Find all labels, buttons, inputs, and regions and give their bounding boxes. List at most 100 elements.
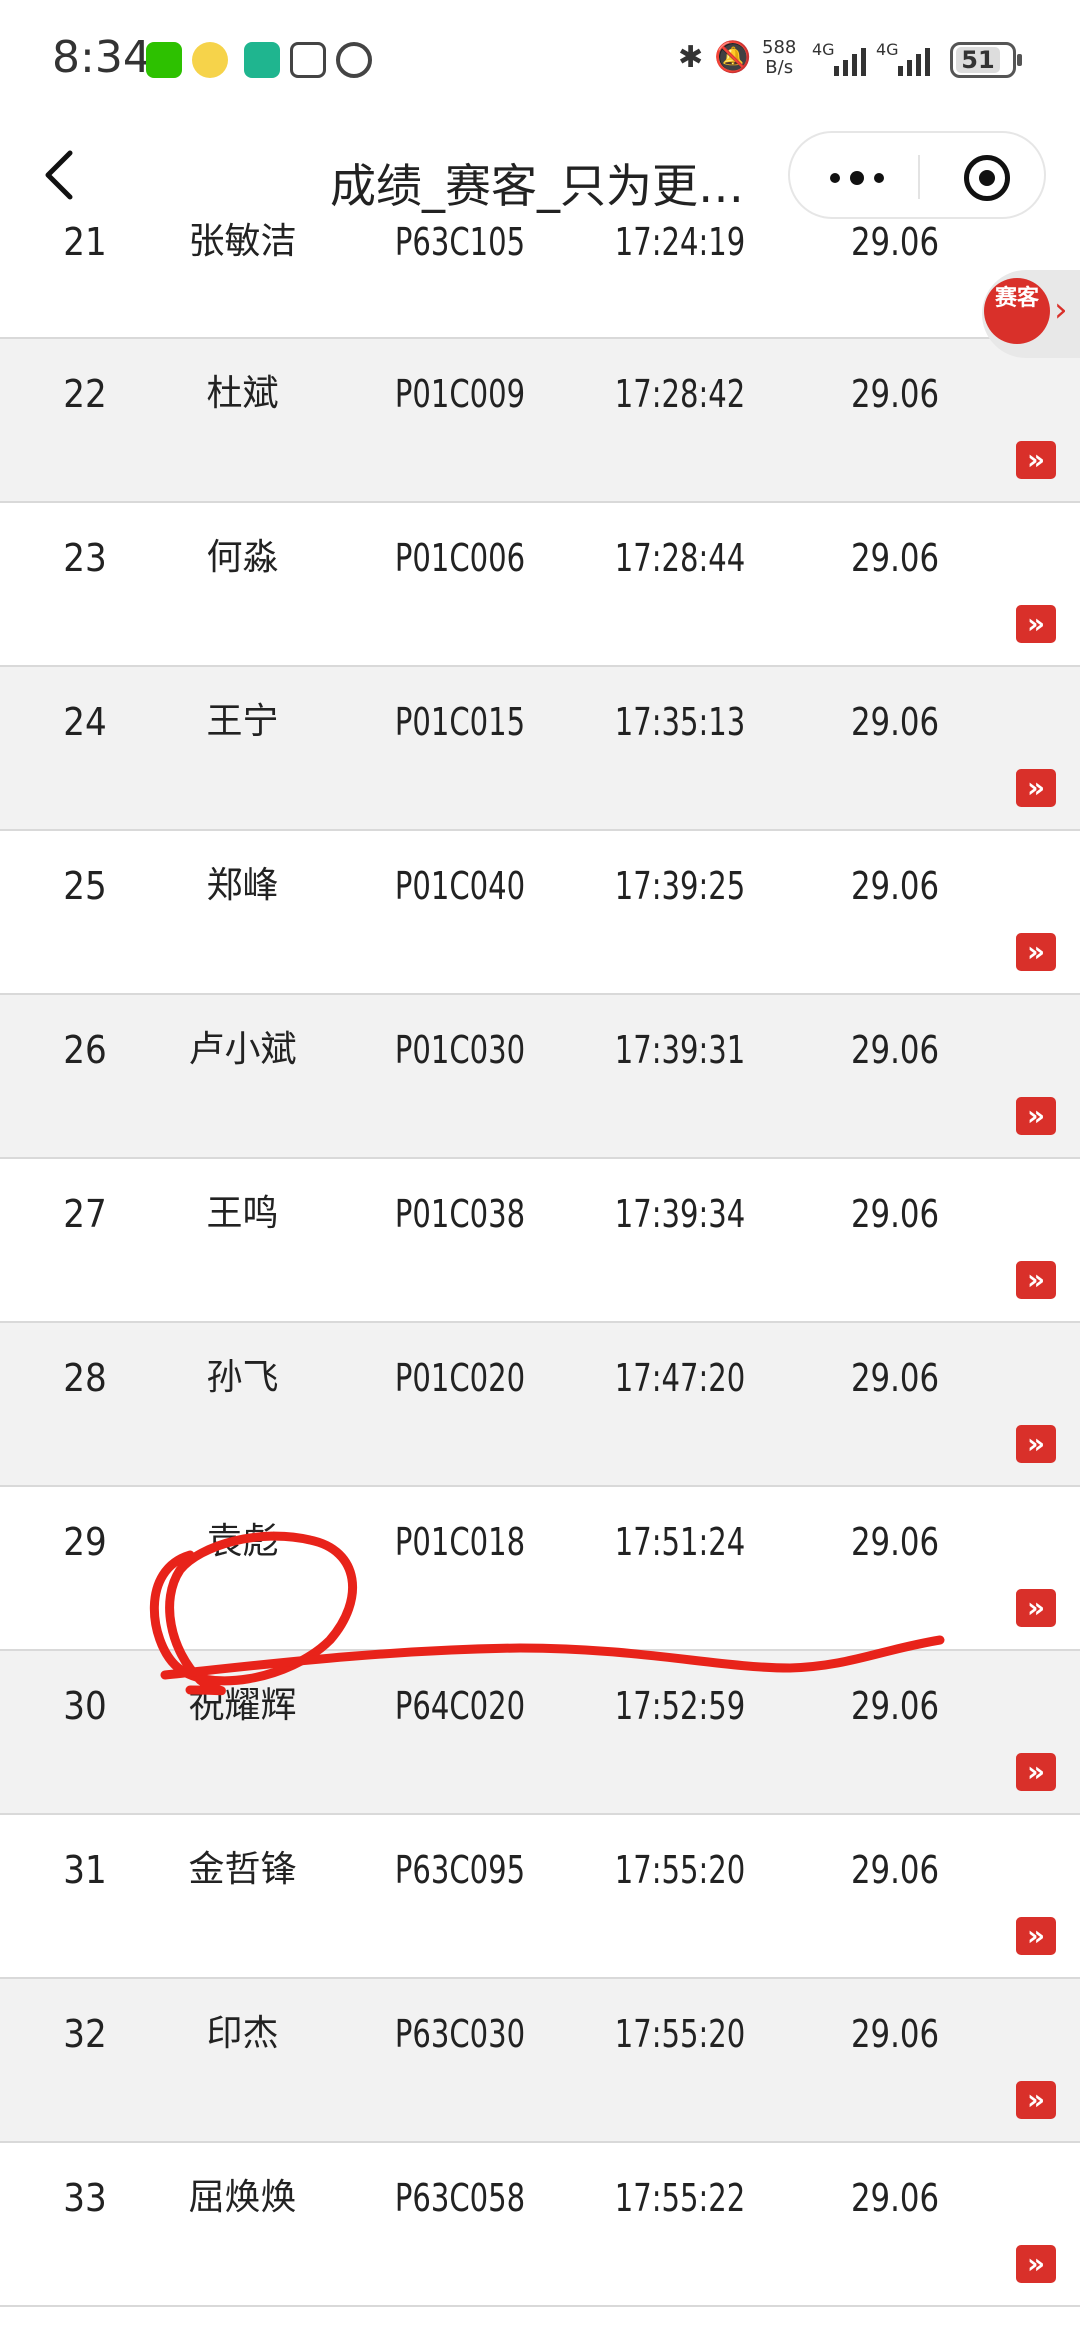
table-row[interactable]: 32 印杰 P63C030 17:55:20 29.06 » [0, 1979, 1080, 2143]
name-cell: 孙飞 [206, 1357, 279, 1398]
bib-cell: P01C038 [394, 1192, 526, 1236]
double-chevron-right-icon[interactable]: » [1016, 441, 1056, 479]
rank-cell: 29 [63, 1520, 107, 1564]
rank-cell: 33 [63, 2176, 107, 2220]
pace-cell: 29.06 [850, 536, 940, 580]
table-row[interactable]: 25 郑峰 P01C040 17:39:25 29.06 » [0, 831, 1080, 995]
rank-cell: 23 [63, 536, 107, 580]
name-cell: 祝耀辉 [188, 1685, 297, 1726]
bib-cell: P01C018 [394, 1520, 526, 1564]
bib-cell: P01C020 [394, 1356, 526, 1400]
rank-cell: 22 [63, 372, 107, 416]
time-cell: 17:35:13 [614, 700, 746, 744]
time-cell: 17:47:20 [614, 1356, 746, 1400]
signal-label-1: 4G [812, 40, 835, 59]
pace-cell: 29.06 [850, 1848, 940, 1892]
rank-cell: 21 [63, 220, 107, 264]
pace-cell: 29.06 [850, 1356, 940, 1400]
double-chevron-right-icon[interactable]: » [1016, 1425, 1056, 1463]
floating-brand-button[interactable]: 赛客 › [982, 270, 1080, 358]
table-row[interactable]: 21 张敏洁 P63C105 17:24:19 29.06 [0, 215, 1080, 339]
name-cell: 王宁 [206, 701, 279, 742]
table-row[interactable]: 29 袁彪 P01C018 17:51:24 29.06 » [0, 1487, 1080, 1651]
table-row[interactable]: 23 何淼 P01C006 17:28:44 29.06 » [0, 503, 1080, 667]
status-bar: 8:34 ✱ 🔕 588 B/s 4G 4G 51 [0, 0, 1080, 125]
signal-label-2: 4G [876, 40, 899, 59]
table-row[interactable]: 30 祝耀辉 P64C020 17:52:59 29.06 » [0, 1651, 1080, 1815]
name-cell: 卢小斌 [188, 1029, 297, 1070]
name-cell: 印杰 [206, 2013, 279, 2054]
table-row[interactable]: 27 王鸣 P01C038 17:39:34 29.06 » [0, 1159, 1080, 1323]
rank-cell: 32 [63, 2012, 107, 2056]
bib-cell: P63C058 [394, 2176, 526, 2220]
pace-cell: 29.06 [850, 2012, 940, 2056]
bib-cell: P63C030 [394, 2012, 526, 2056]
time-cell: 17:39:25 [614, 864, 746, 908]
double-chevron-right-icon[interactable]: » [1016, 2081, 1056, 2119]
battery-icon: 51 [950, 42, 1022, 78]
bib-cell: P64C020 [394, 1684, 526, 1728]
table-row[interactable]: 24 王宁 P01C015 17:35:13 29.06 » [0, 667, 1080, 831]
rank-cell: 24 [63, 700, 107, 744]
table-row[interactable]: 22 杜斌 P01C009 17:28:42 29.06 » [0, 339, 1080, 503]
time-cell: 17:55:20 [614, 2012, 746, 2056]
time-cell: 17:24:19 [614, 220, 746, 264]
pace-cell: 29.06 [850, 700, 940, 744]
bib-cell: P01C006 [394, 536, 526, 580]
name-cell: 金哲锋 [188, 1849, 297, 1890]
name-cell: 何淼 [206, 537, 279, 578]
double-chevron-right-icon[interactable]: » [1016, 769, 1056, 807]
name-cell: 郑峰 [206, 865, 279, 906]
pace-cell: 29.06 [850, 372, 940, 416]
close-target-icon[interactable] [964, 155, 1010, 201]
double-chevron-right-icon[interactable]: » [1016, 1917, 1056, 1955]
pace-cell: 29.06 [850, 2176, 940, 2220]
table-row[interactable]: 33 屈焕焕 P63C058 17:55:22 29.06 » [0, 2143, 1080, 2307]
time-cell: 17:39:34 [614, 1192, 746, 1236]
clock: 8:34 [52, 32, 151, 83]
double-chevron-right-icon[interactable]: » [1016, 933, 1056, 971]
table-row[interactable]: 31 金哲锋 P63C095 17:55:20 29.06 » [0, 1815, 1080, 1979]
name-cell: 屈焕焕 [188, 2177, 297, 2218]
time-cell: 17:39:31 [614, 1028, 746, 1072]
pace-cell: 29.06 [850, 1028, 940, 1072]
mi-home-icon [244, 42, 280, 78]
network-speed-unit: B/s [765, 57, 794, 78]
time-cell: 17:28:42 [614, 372, 746, 416]
double-chevron-right-icon[interactable]: » [1016, 1261, 1056, 1299]
double-chevron-right-icon[interactable]: » [1016, 1753, 1056, 1791]
app-rabbit-icon [192, 42, 228, 78]
bib-cell: P01C009 [394, 372, 526, 416]
rank-cell: 28 [63, 1356, 107, 1400]
bluetooth-icon: ✱ [678, 40, 704, 75]
bib-cell: P01C015 [394, 700, 526, 744]
table-row[interactable]: 28 孙飞 P01C020 17:47:20 29.06 » [0, 1323, 1080, 1487]
double-chevron-right-icon[interactable]: » [1016, 605, 1056, 643]
pace-cell: 29.06 [850, 864, 940, 908]
rank-cell: 26 [63, 1028, 107, 1072]
chevron-right-icon: › [1054, 290, 1068, 330]
mute-bell-icon: 🔕 [714, 40, 752, 75]
saike-logo-icon: 赛客 [984, 278, 1050, 344]
double-chevron-right-icon[interactable]: » [1016, 1589, 1056, 1627]
time-cell: 17:28:44 [614, 536, 746, 580]
bib-cell: P01C040 [394, 864, 526, 908]
double-chevron-right-icon[interactable]: » [1016, 1097, 1056, 1135]
time-cell: 17:52:59 [614, 1684, 746, 1728]
network-speed: 588 B/s [762, 38, 796, 78]
name-cell: 王鸣 [206, 1193, 279, 1234]
more-dots-icon[interactable] [830, 171, 884, 185]
wechat-icon [146, 42, 182, 78]
pace-cell: 29.06 [850, 1192, 940, 1236]
double-chevron-right-icon[interactable]: » [1016, 2245, 1056, 2283]
time-cell: 17:51:24 [614, 1520, 746, 1564]
bib-cell: P63C105 [394, 220, 526, 264]
rank-cell: 27 [63, 1192, 107, 1236]
bib-cell: P01C030 [394, 1028, 526, 1072]
time-cell: 17:55:22 [614, 2176, 746, 2220]
table-row[interactable]: 26 卢小斌 P01C030 17:39:31 29.06 » [0, 995, 1080, 1159]
name-cell: 杜斌 [206, 373, 279, 414]
rank-cell: 30 [63, 1684, 107, 1728]
rank-cell: 25 [63, 864, 107, 908]
time-cell: 17:55:20 [614, 1848, 746, 1892]
